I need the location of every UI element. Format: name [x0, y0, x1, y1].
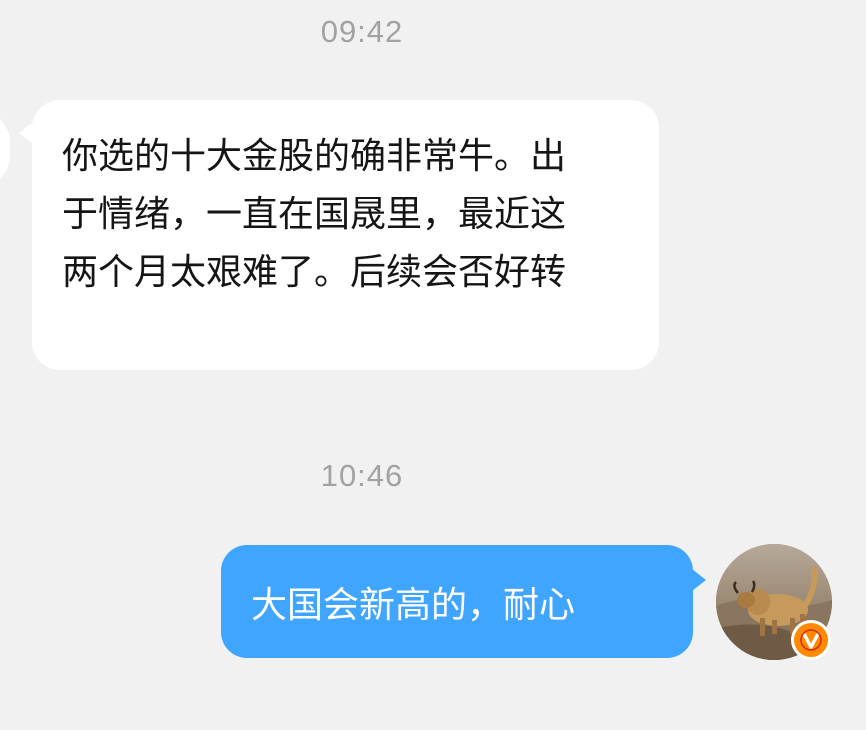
- sender-avatar[interactable]: [0, 112, 10, 186]
- verified-badge: [791, 620, 831, 660]
- bubble-tail: [692, 569, 706, 591]
- incoming-message-bubble[interactable]: 你选的十大金股的确非常牛。出于情绪，一直在国晟里，最近这两个月太艰难了。后续会否…: [19, 100, 659, 370]
- outgoing-message-text: 大国会新高的，耐心: [251, 584, 576, 626]
- message-timestamp: 10:46: [320, 458, 404, 493]
- incoming-message-text: 你选的十大金股的确非常牛。出于情绪，一直在国晟里，最近这两个月太艰难了。后续会否…: [62, 136, 567, 293]
- message-timestamp: 09:42: [320, 14, 404, 49]
- outgoing-message-bubble[interactable]: 大国会新高的，耐心: [221, 545, 706, 658]
- bubble-tail: [19, 122, 33, 144]
- verified-v-icon: [794, 623, 828, 657]
